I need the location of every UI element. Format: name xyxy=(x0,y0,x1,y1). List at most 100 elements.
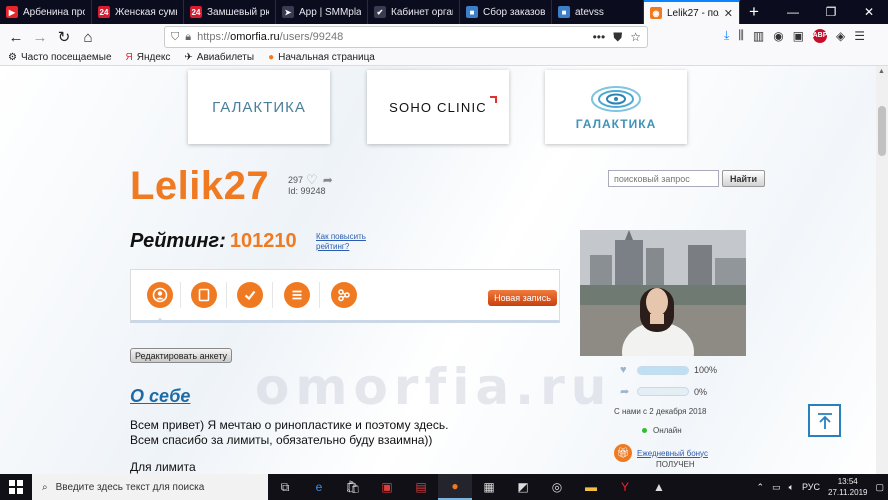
extension-icon[interactable]: ▣ xyxy=(793,29,804,43)
site-24-icon: 24 xyxy=(98,6,110,18)
menu-icon[interactable]: ☰ xyxy=(854,29,865,43)
network-icon[interactable]: ▭ xyxy=(772,482,781,493)
volume-icon[interactable]: 🔈︎ xyxy=(789,482,794,493)
bookmark-item[interactable]: Я Яндекс xyxy=(126,52,171,63)
tab-label: Lelik27 - поль xyxy=(667,7,719,19)
reader-icon[interactable]: ▣ xyxy=(370,474,404,500)
rating-label: Рейтинг: xyxy=(130,230,226,252)
bookmark-star-icon[interactable]: ☆ xyxy=(630,30,641,45)
banner-galaktika[interactable]: ГАЛАКТИКА xyxy=(188,70,330,144)
scroll-to-top-button[interactable] xyxy=(808,404,841,437)
sidebar-icon[interactable]: ▥ xyxy=(753,29,764,43)
library-icon[interactable]: ⫼ xyxy=(738,28,744,43)
tab-active[interactable]: ◉ Lelik27 - поль ✕ xyxy=(644,0,740,24)
search-button[interactable]: Найти xyxy=(722,170,765,187)
bookmarks-bar: ⚙ Часто посещаемые Я Яндекс ✈ Авиабилеты ● Н… xyxy=(0,50,888,66)
firefox-icon: ● xyxy=(268,52,275,63)
list-tab-button[interactable] xyxy=(284,282,310,308)
tab-2[interactable]: 24 Замшевый рюкз xyxy=(184,0,276,24)
explorer-icon[interactable]: ▬ xyxy=(574,474,608,500)
lock-icon[interactable]: 🔒︎ xyxy=(185,31,191,44)
reload-icon[interactable]: ↻ xyxy=(52,26,76,48)
chevron-up-icon[interactable]: ⌃ xyxy=(757,482,765,493)
scroll-up-icon[interactable]: ▲ xyxy=(878,68,885,75)
close-icon[interactable]: ✕ xyxy=(724,7,733,20)
page-scrollbar[interactable]: ▲ xyxy=(876,66,888,474)
bookmark-item[interactable]: ● Начальная страница xyxy=(268,52,375,63)
shield-icon[interactable]: ⛉ xyxy=(171,31,179,44)
url-host: omorfia.ru xyxy=(230,31,280,43)
store-icon[interactable]: 🛍︎ xyxy=(336,474,370,500)
minimize-icon[interactable]: — xyxy=(774,0,812,24)
taskbar-search[interactable]: ⌕ Введите здесь текст для поиска xyxy=(32,474,268,500)
back-arrow-icon[interactable]: ← xyxy=(4,26,28,48)
notification-icon[interactable]: ▢ xyxy=(875,482,884,493)
search-input[interactable] xyxy=(608,170,719,187)
online-dot-icon xyxy=(642,428,647,433)
scrollbar-thumb[interactable] xyxy=(878,106,886,156)
tab-3[interactable]: ➤ App | SMMplann xyxy=(276,0,368,24)
new-post-button[interactable]: Новая запись xyxy=(488,290,557,306)
banner-galaktika-logo[interactable]: ГАЛАКТИКА xyxy=(545,70,687,144)
start-button[interactable] xyxy=(0,474,32,500)
profile-photo[interactable] xyxy=(580,230,746,356)
bookmark-label: Яндекс xyxy=(136,52,171,63)
tab-label: atevss xyxy=(575,6,604,18)
extension-icon[interactable]: ◈ xyxy=(836,29,845,43)
online-status: Онлайн xyxy=(642,426,682,435)
tab-label: Замшевый рюкз xyxy=(207,6,269,18)
new-tab-button[interactable]: + xyxy=(740,0,768,24)
banner-soho-clinic[interactable]: SOHO CLINIC xyxy=(367,70,509,144)
diary-tab-button[interactable] xyxy=(191,282,217,308)
more-dots-icon[interactable]: ••• xyxy=(593,30,606,45)
about-text: Всем привет) Я мечтаю о ринопластике и п… xyxy=(130,418,490,448)
close-window-icon[interactable]: ✕ xyxy=(850,0,888,24)
tab-label: Кабинет органи xyxy=(391,6,453,18)
photos-icon[interactable]: ▲ xyxy=(642,474,676,500)
video-icon[interactable]: ▦ xyxy=(472,474,506,500)
photo-editor-icon[interactable]: ◩ xyxy=(506,474,540,500)
pocket-icon[interactable]: ⛊ xyxy=(613,30,622,45)
pdf-icon[interactable]: ▤ xyxy=(404,474,438,500)
address-bar[interactable]: ⛉ 🔒︎ https://omorfia.ru/users/99248 ••• … xyxy=(164,26,648,48)
film-icon[interactable]: ◎ xyxy=(540,474,574,500)
tab-1[interactable]: 24 Женская сумка xyxy=(92,0,184,24)
member-since: С нами с 2 декабря 2018 xyxy=(614,407,707,416)
square-icon: ■ xyxy=(558,6,570,18)
check-tab-button[interactable] xyxy=(237,282,263,308)
tab-0[interactable]: ▶ Арбенина про У xyxy=(0,0,92,24)
tab-4[interactable]: ✔ Кабинет органи xyxy=(368,0,460,24)
account-icon[interactable]: ◉ xyxy=(773,29,783,43)
bookmark-item[interactable]: ✈ Авиабилеты xyxy=(184,52,254,63)
tab-5[interactable]: ■ Сбор заказов. Т xyxy=(460,0,552,24)
share-icon[interactable]: ➦ xyxy=(323,173,333,187)
task-view-icon[interactable]: ⧉ xyxy=(268,474,302,500)
tab-label: Сбор заказов. Т xyxy=(483,6,545,18)
user-circle-icon xyxy=(152,287,168,303)
firefox-taskbar-icon[interactable]: ● xyxy=(438,474,472,500)
adblock-icon[interactable]: ABP xyxy=(813,28,827,43)
about-line: Всем привет) Я мечтаю о ринопластике и п… xyxy=(130,418,449,432)
limit-text: Для лимита xyxy=(130,460,196,474)
bookmark-item[interactable]: ⚙ Часто посещаемые xyxy=(8,52,112,63)
clock[interactable]: 13:54 27.11.2019 xyxy=(828,476,867,498)
taskbar-search-placeholder: Введите здесь текст для поиска xyxy=(55,481,205,493)
square-icon: ■ xyxy=(466,6,478,18)
yandex-browser-icon[interactable]: Y xyxy=(608,474,642,500)
connections-tab-button[interactable] xyxy=(331,282,357,308)
tab-6[interactable]: ■ atevss xyxy=(552,0,644,24)
bookmark-label: Начальная страница xyxy=(278,52,375,63)
daily-bonus-link[interactable]: Ежедневный бонус xyxy=(637,449,708,458)
edge-icon[interactable]: e xyxy=(302,474,336,500)
edit-profile-button[interactable]: Редактировать анкету xyxy=(130,348,232,363)
banner-label: ГАЛАКТИКА xyxy=(575,117,657,131)
maximize-icon[interactable]: ❐ xyxy=(812,0,850,24)
forward-arrow-icon[interactable]: → xyxy=(28,26,52,48)
download-icon[interactable]: ⤓ xyxy=(724,28,729,43)
home-icon[interactable]: ⌂ xyxy=(76,26,100,48)
profile-tab-button[interactable] xyxy=(147,282,173,308)
search-icon: ⌕ xyxy=(42,481,48,493)
rating-help-link[interactable]: Как повысить рейтинг? xyxy=(316,232,376,252)
arrow-up-icon xyxy=(817,412,832,429)
language-indicator[interactable]: РУС xyxy=(802,482,820,492)
